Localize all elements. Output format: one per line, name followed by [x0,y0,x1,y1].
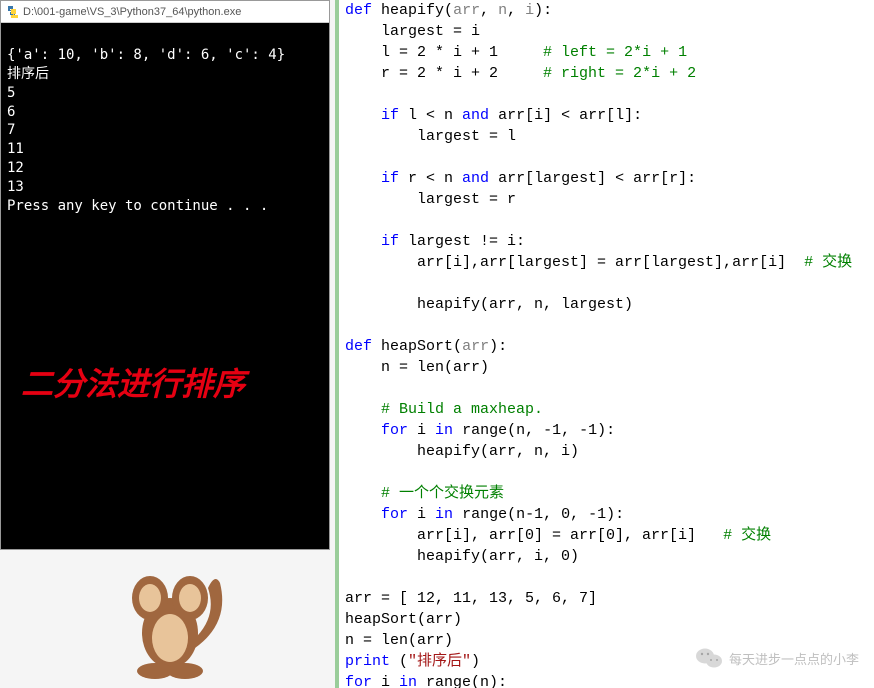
func-heapsort: heapSort [381,338,453,355]
console-line: 排序后 [7,66,49,82]
comment: # 交换 [804,254,852,271]
console-line: {'a': 10, 'b': 8, 'd': 6, 'c': 4} [7,47,285,63]
comment: # right = 2*i + 2 [543,65,696,82]
console-title-bar[interactable]: D:\001-game\VS_3\Python37_64\python.exe [1,1,329,23]
console-window: D:\001-game\VS_3\Python37_64\python.exe … [0,0,330,550]
console-line: 11 [7,141,24,157]
console-line: 5 [7,85,15,101]
comment: # 交换 [723,527,771,544]
arr-literal: arr = [ 12, 11, 13, 5, 6, 7] [345,590,597,607]
left-panel: D:\001-game\VS_3\Python37_64\python.exe … [0,0,330,688]
console-line: Press any key to continue . . . [7,198,268,214]
comment: # 一个个交换元素 [381,485,504,502]
console-line: 12 [7,160,24,176]
wechat-watermark: 每天进步一点点的小李 [695,646,859,670]
keyword-def: def [345,2,372,19]
comment: # left = 2*i + 1 [543,44,687,61]
console-line: 7 [7,122,15,138]
python-icon [5,5,19,19]
overlay-caption: 二分法进行排序 [21,363,245,406]
string: "排序后" [408,653,471,670]
wechat-icon [695,646,723,670]
comment: # Build a maxheap. [381,401,543,418]
console-line: 6 [7,104,15,120]
console-output[interactable]: {'a': 10, 'b': 8, 'd': 6, 'c': 4} 排序后 5 … [1,23,329,549]
console-title: D:\001-game\VS_3\Python37_64\python.exe [23,6,241,18]
func-heapify: heapify [381,2,444,19]
keyword-def: def [345,338,372,355]
jerry-cartoon-image [100,553,240,683]
watermark-text: 每天进步一点点的小李 [729,649,859,668]
code-editor[interactable]: def heapify(arr, n, i): largest = i l = … [335,0,874,688]
console-line: 13 [7,179,24,195]
